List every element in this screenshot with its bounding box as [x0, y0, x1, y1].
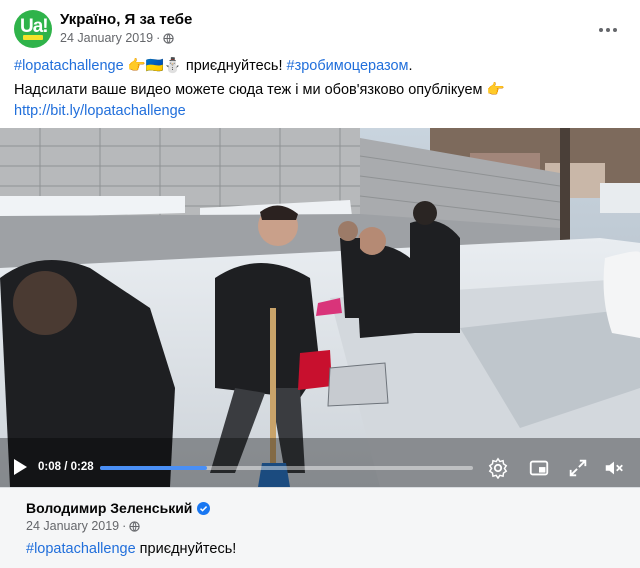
volume-muted-icon[interactable] [603, 457, 625, 479]
post-text: #lopatachallenge 👉🇺🇦⛄ приєднуйтесь! #зро… [14, 56, 624, 122]
video-time: 0:08 / 0:28 [38, 461, 94, 473]
page-name[interactable]: Україно, Я за тебе [60, 11, 192, 28]
progress-bar[interactable] [100, 466, 473, 470]
avatar-logo-strip [23, 35, 43, 40]
settings-icon[interactable] [487, 457, 509, 479]
origin-date[interactable]: 24 January 2019 [26, 519, 119, 533]
video-controls: 0:08 / 0:28 [0, 450, 640, 486]
origin-hashtag[interactable]: #lopatachallenge [26, 541, 136, 557]
post-date[interactable]: 24 January 2019 [60, 31, 153, 45]
post-meta: 24 January 2019 · [60, 31, 174, 45]
globe-icon [129, 520, 140, 532]
origin-meta: 24 January 2019 · [26, 519, 140, 533]
post-emojis: 👉🇺🇦⛄ [123, 58, 186, 74]
origin-text-rest: приєднуйтесь! [135, 541, 237, 557]
verified-badge-icon [197, 501, 211, 515]
page-avatar[interactable]: Ua! [14, 10, 52, 48]
current-time: 0:08 [38, 461, 62, 473]
meta-separator: · [156, 31, 161, 45]
origin-author-name[interactable]: Володимир Зеленський [26, 500, 192, 516]
origin-meta-separator: · [122, 519, 127, 533]
post-link[interactable]: http://bit.ly/lopatachallenge [14, 101, 624, 122]
post-text-line-1: #lopatachallenge 👉🇺🇦⛄ приєднуйтесь! #зро… [14, 56, 624, 77]
video-player[interactable] [0, 128, 640, 487]
picture-in-picture-icon[interactable] [528, 457, 550, 479]
shared-from-card[interactable]: Володимир Зеленський 24 January 2019 · #… [0, 487, 640, 568]
play-icon[interactable] [12, 458, 28, 476]
time-separator: / [61, 461, 71, 473]
progress-fill [100, 466, 207, 470]
video-frame [0, 128, 640, 487]
origin-author[interactable]: Володимир Зеленський [26, 500, 211, 516]
hashtag-zrobymotserazom[interactable]: #зробимоцеразом [287, 58, 409, 74]
origin-post-text: #lopatachallenge приєднуйтесь! [26, 541, 236, 557]
more-options-icon[interactable] [594, 16, 622, 44]
post-text-join: приєднуйтесь! [185, 58, 287, 74]
hashtag-lopatachallenge[interactable]: #lopatachallenge [14, 58, 124, 74]
post-text-period: . [408, 58, 413, 74]
post-text-line-2: Надсилати ваше видео можете сюда теж і м… [14, 82, 505, 98]
duration: 0:28 [70, 461, 94, 473]
globe-icon [163, 32, 174, 44]
fullscreen-icon[interactable] [567, 457, 589, 479]
post-header: Ua! Україно, Я за тебе 24 January 2019 · [14, 10, 626, 50]
